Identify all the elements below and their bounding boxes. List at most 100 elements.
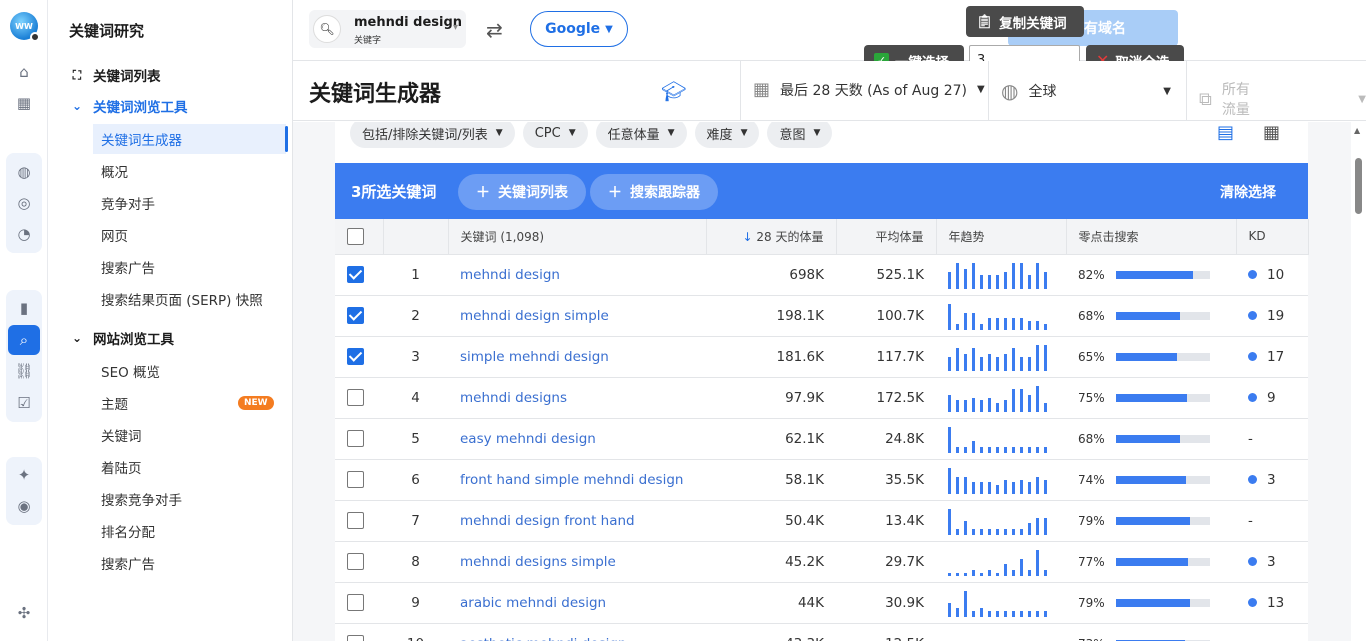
filter-volume[interactable]: 任意体量 ▼ [595, 122, 687, 148]
keyword-link[interactable]: simple mehndi design [460, 349, 609, 365]
header-avg-volume[interactable]: 平均体量 [836, 219, 937, 255]
row-checkbox-cell[interactable] [335, 459, 383, 500]
eye-icon[interactable]: ◉ [8, 491, 40, 521]
table-row[interactable]: 10 aesthetic mehndi design 43.3K 12.5K 7… [335, 623, 1308, 641]
sidebar-item-search-ads-2[interactable]: 搜索广告 [101, 548, 155, 578]
sidebar-item-competitors[interactable]: 竞争对手 [101, 188, 155, 218]
row-checkbox[interactable] [347, 512, 364, 529]
keyword-research-icon[interactable]: ⌕ [8, 325, 40, 355]
vertical-scrollbar[interactable]: ▲ [1351, 122, 1366, 641]
keyword-link[interactable]: aesthetic mehndi design [460, 636, 627, 641]
location-selector[interactable]: ◍ 全球 ▼ [1001, 79, 1171, 103]
kd-cell: - [1236, 623, 1308, 641]
table-row[interactable]: 1 mehndi design 698K 525.1K 82% 10 [335, 254, 1308, 295]
row-checkbox-cell[interactable] [335, 541, 383, 582]
world-icon[interactable]: ◎ [8, 188, 40, 218]
filter-intent[interactable]: 意图 ▼ [767, 122, 833, 148]
table-row[interactable]: 6 front hand simple mehndi design 58.1K … [335, 459, 1308, 500]
row-checkbox-cell[interactable] [335, 418, 383, 459]
sidebar-item-keyword-generator[interactable]: 关键词生成器 [93, 124, 288, 154]
row-checkbox-cell[interactable] [335, 254, 383, 295]
row-checkbox[interactable] [347, 430, 364, 447]
sidebar-item-pages[interactable]: 网页 [101, 220, 128, 250]
sidebar-item-landing-pages[interactable]: 着陆页 [101, 452, 142, 482]
row-checkbox-cell[interactable] [335, 582, 383, 623]
app-logo[interactable]: WW [10, 12, 40, 42]
table-row[interactable]: 2 mehndi design simple 198.1K 100.7K 68%… [335, 295, 1308, 336]
clear-selection-button[interactable]: 清除选择 [1220, 182, 1276, 202]
sidebar-item-keyword-lists[interactable]: ⛶ 关键词列表 [69, 60, 161, 90]
header-trend[interactable]: 年趋势 [936, 219, 1067, 255]
keyword-link[interactable]: easy mehndi design [460, 431, 596, 447]
sidebar-item-serp-snapshot[interactable]: 搜索结果页面 (SERP) 快照 [101, 284, 263, 314]
row-checkbox[interactable] [347, 348, 364, 365]
puzzle-icon[interactable]: ✣ [8, 598, 40, 628]
sidebar-item-search-competitors[interactable]: 搜索竞争对手 [101, 484, 182, 514]
row-checkbox-cell[interactable] [335, 295, 383, 336]
sidebar-item-site-explorer[interactable]: ⌄ 网站浏览工具 [69, 323, 174, 353]
keyword-link[interactable]: mehndi design front hand [460, 513, 635, 529]
row-checkbox-cell[interactable] [335, 500, 383, 541]
keyword-link[interactable]: mehndi design simple [460, 308, 609, 324]
scrollbar-thumb[interactable] [1355, 158, 1362, 214]
row-checkbox-cell[interactable] [335, 623, 383, 641]
row-checkbox[interactable] [347, 635, 364, 641]
keyword-link[interactable]: mehndi design [460, 267, 560, 283]
scroll-up-arrow-icon[interactable]: ▲ [1354, 126, 1360, 135]
excel-export-icon[interactable]: ▤ [1217, 122, 1234, 143]
pie-chart-icon[interactable]: ◔ [8, 219, 40, 249]
add-to-keyword-list-button[interactable]: ＋ 关键词列表 [458, 174, 586, 210]
sidebar-item-search-ads[interactable]: 搜索广告 [101, 252, 155, 282]
sidebar-item-topics[interactable]: 主题 [101, 388, 128, 418]
search-engine-selector[interactable]: Google ▼ [530, 11, 628, 47]
header-volume[interactable]: ↓ 28 天的体量 [706, 219, 837, 255]
copy-keywords-button[interactable]: 📋︎ 复制关键词 [966, 6, 1084, 37]
table-columns-icon[interactable]: ▦ [1263, 122, 1280, 143]
table-row[interactable]: 8 mehndi designs simple 45.2K 29.7K 77% … [335, 541, 1308, 582]
table-row[interactable]: 3 simple mehndi design 181.6K 117.7K 65%… [335, 336, 1308, 377]
bar-chart-icon[interactable]: ▮ [8, 293, 40, 323]
compare-icon[interactable]: ⇄ [486, 18, 503, 42]
filter-difficulty[interactable]: 难度 ▼ [694, 122, 760, 148]
header-kd[interactable]: KD [1236, 219, 1309, 255]
table-row[interactable]: 7 mehndi design front hand 50.4K 13.4K 7… [335, 500, 1308, 541]
keyword-link[interactable]: mehndi designs simple [460, 554, 616, 570]
header-keyword[interactable]: 关键词 (1,098) [448, 219, 707, 255]
row-checkbox[interactable] [347, 389, 364, 406]
table-row[interactable]: 9 arabic mehndi design 44K 30.9K 79% 13 [335, 582, 1308, 623]
header-select-all[interactable] [335, 219, 384, 255]
row-checkbox-cell[interactable] [335, 377, 383, 418]
sidebar-item-overview[interactable]: 概况 [101, 156, 128, 186]
keyword-link[interactable]: front hand simple mehndi design [460, 472, 683, 488]
add-to-tracker-button[interactable]: ＋ 搜索跟踪器 [590, 174, 718, 210]
row-checkbox[interactable] [347, 266, 364, 283]
graduation-cap-icon[interactable]: 🎓︎ [661, 79, 686, 103]
row-checkbox-cell[interactable] [335, 336, 383, 377]
row-checkbox[interactable] [347, 307, 364, 324]
link-icon[interactable]: ⛓ [8, 356, 40, 386]
keyword-search-box[interactable]: 🔍︎ mehndi design 关键字 ▾ [309, 10, 466, 48]
table-row[interactable]: 4 mehndi designs 97.9K 172.5K 75% 9 [335, 377, 1308, 418]
keyword-link[interactable]: mehndi designs [460, 390, 567, 406]
row-checkbox[interactable] [347, 553, 364, 570]
zero-click-cell: 68% [1066, 418, 1236, 459]
row-checkbox[interactable] [347, 471, 364, 488]
traffic-selector[interactable]: ⧉ 所有流量 ▼ [1199, 79, 1366, 119]
keyword-link[interactable]: arabic mehndi design [460, 595, 606, 611]
table-row[interactable]: 5 easy mehndi design 62.1K 24.8K 68% - [335, 418, 1308, 459]
apps-grid-icon[interactable]: ▦ [8, 88, 40, 118]
sparkle-icon[interactable]: ✦ [8, 460, 40, 490]
header-zero-click[interactable]: 零点击搜索 [1066, 219, 1237, 255]
home-icon[interactable]: ⌂ [8, 57, 40, 87]
row-checkbox[interactable] [347, 594, 364, 611]
globe-icon[interactable]: ◍ [8, 157, 40, 187]
date-range-selector[interactable]: ▦ 最后 28 天数 (As of Aug 27) ▼ [753, 79, 985, 100]
filter-include-exclude[interactable]: 包括/排除关键词/列表 ▼ [350, 122, 515, 148]
sidebar-item-rank-distribution[interactable]: 排名分配 [101, 516, 155, 546]
filter-cpc[interactable]: CPC ▼ [522, 122, 588, 148]
checklist-icon[interactable]: ☑ [8, 388, 40, 418]
select-all-checkbox[interactable] [347, 227, 364, 245]
sidebar-item-keyword-explorer[interactable]: ⌄ 关键词浏览工具 [69, 91, 188, 121]
sidebar-item-keywords[interactable]: 关键词 [101, 420, 142, 450]
sidebar-item-seo-overview[interactable]: SEO 概览 [101, 356, 160, 386]
